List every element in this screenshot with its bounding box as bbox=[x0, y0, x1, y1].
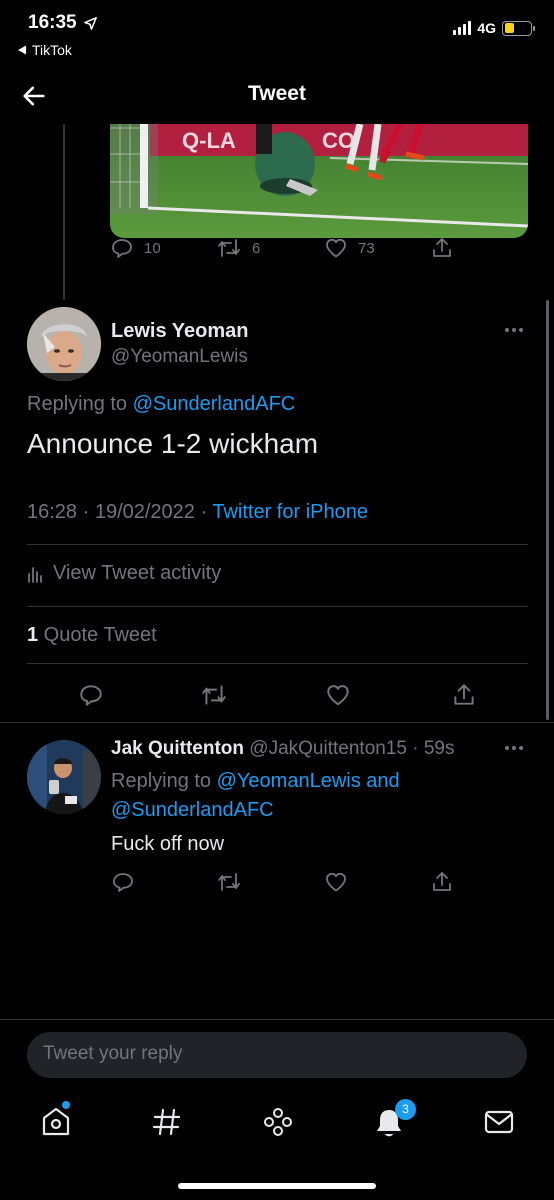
thread-connector-line bbox=[63, 124, 65, 300]
reply-icon[interactable] bbox=[111, 870, 135, 894]
analytics-icon bbox=[28, 566, 42, 583]
tab-bar bbox=[0, 1102, 554, 1146]
share-icon bbox=[433, 238, 451, 257]
svg-text:CO: CO bbox=[322, 128, 355, 153]
share-icon[interactable] bbox=[430, 870, 454, 894]
reply-count: 10 bbox=[144, 239, 161, 257]
retweet-icon[interactable] bbox=[200, 682, 228, 708]
home-indicator[interactable] bbox=[178, 1183, 376, 1189]
quote-tweets-link[interactable]: 1 Quote Tweet bbox=[27, 624, 157, 647]
divider bbox=[27, 663, 528, 664]
retweet-button[interactable]: 6 bbox=[216, 236, 260, 260]
retweet-icon[interactable] bbox=[216, 870, 242, 894]
scrollbar[interactable] bbox=[546, 300, 549, 720]
reply-icon[interactable] bbox=[78, 682, 104, 708]
spaces-icon[interactable] bbox=[258, 1102, 298, 1142]
main-tweet-actions bbox=[0, 680, 554, 710]
home-icon[interactable] bbox=[36, 1102, 76, 1142]
share-icon[interactable] bbox=[451, 682, 477, 708]
like-button[interactable]: 73 bbox=[324, 236, 375, 260]
like-count: 73 bbox=[358, 239, 375, 257]
reply-avatar[interactable] bbox=[27, 740, 101, 814]
svg-text:Q-LA: Q-LA bbox=[182, 128, 236, 153]
tweet-media-image[interactable]: Q-LA CO bbox=[110, 124, 528, 238]
reply-author-line: Jak Quittenton @JakQuittenton15 · 59s bbox=[111, 738, 454, 760]
reply-input[interactable]: Tweet your reply bbox=[27, 1032, 527, 1078]
home-unread-dot bbox=[62, 1101, 70, 1109]
tweet-timestamp: 16:28 · 19/02/2022 · bbox=[27, 501, 213, 523]
network-type: 4G bbox=[477, 20, 496, 36]
location-arrow-icon bbox=[83, 16, 97, 30]
page-title: Tweet bbox=[248, 82, 306, 105]
explore-icon[interactable] bbox=[147, 1102, 187, 1142]
heart-icon[interactable] bbox=[324, 870, 348, 894]
reply-more-options-icon[interactable] bbox=[505, 746, 523, 750]
more-options-icon[interactable] bbox=[505, 328, 523, 332]
status-bar: 16:35 TikTok 4G bbox=[0, 0, 554, 70]
avatar[interactable] bbox=[27, 307, 101, 381]
reply-replying-to: Replying to @YeomanLewis and @Sunderland… bbox=[111, 770, 400, 821]
heart-icon bbox=[326, 238, 346, 258]
author-name[interactable]: Lewis Yeoman bbox=[111, 320, 248, 343]
author-handle[interactable]: @YeomanLewis bbox=[111, 346, 248, 368]
status-indicators: 4G bbox=[453, 20, 535, 36]
reply-tweet-actions bbox=[0, 869, 554, 895]
notifications-badge: 3 bbox=[395, 1099, 416, 1120]
reply-text: Fuck off now bbox=[111, 833, 225, 855]
back-triangle-icon bbox=[18, 45, 27, 55]
retweet-icon bbox=[218, 239, 240, 257]
share-button[interactable] bbox=[430, 236, 454, 260]
heart-icon[interactable] bbox=[325, 682, 351, 708]
mention-link[interactable]: @YeomanLewis bbox=[217, 770, 361, 792]
divider bbox=[27, 606, 528, 607]
reply-button[interactable]: 10 bbox=[110, 236, 161, 260]
bottom-bar: Tweet your reply bbox=[0, 1019, 554, 1200]
quote-count: 1 bbox=[27, 624, 39, 646]
back-to-app-link[interactable]: TikTok bbox=[18, 42, 72, 58]
status-time: 16:35 bbox=[28, 12, 98, 34]
top-header: Tweet bbox=[0, 70, 554, 124]
cellular-signal-icon bbox=[453, 21, 472, 35]
retweet-count: 6 bbox=[252, 239, 261, 257]
battery-icon bbox=[502, 20, 535, 36]
replying-to-line: Replying to @SunderlandAFC bbox=[27, 393, 296, 415]
view-tweet-activity-button[interactable]: View Tweet activity bbox=[27, 562, 221, 585]
reply-author-name[interactable]: Jak Quittenton bbox=[111, 738, 244, 759]
reply-icon bbox=[112, 239, 132, 258]
replying-to-mention[interactable]: @SunderlandAFC bbox=[133, 393, 296, 415]
tweet-source-link[interactable]: Twitter for iPhone bbox=[212, 501, 368, 523]
tweet-text: Announce 1-2 wickham bbox=[27, 428, 319, 459]
reply-author-handle[interactable]: @JakQuittenton15 · 59s bbox=[249, 738, 454, 759]
messages-icon[interactable] bbox=[479, 1102, 519, 1142]
tweet-meta: 16:28 · 19/02/2022 · Twitter for iPhone bbox=[27, 501, 368, 524]
divider bbox=[0, 722, 554, 723]
divider bbox=[27, 544, 528, 545]
mention-link[interactable]: @SunderlandAFC bbox=[111, 799, 274, 821]
